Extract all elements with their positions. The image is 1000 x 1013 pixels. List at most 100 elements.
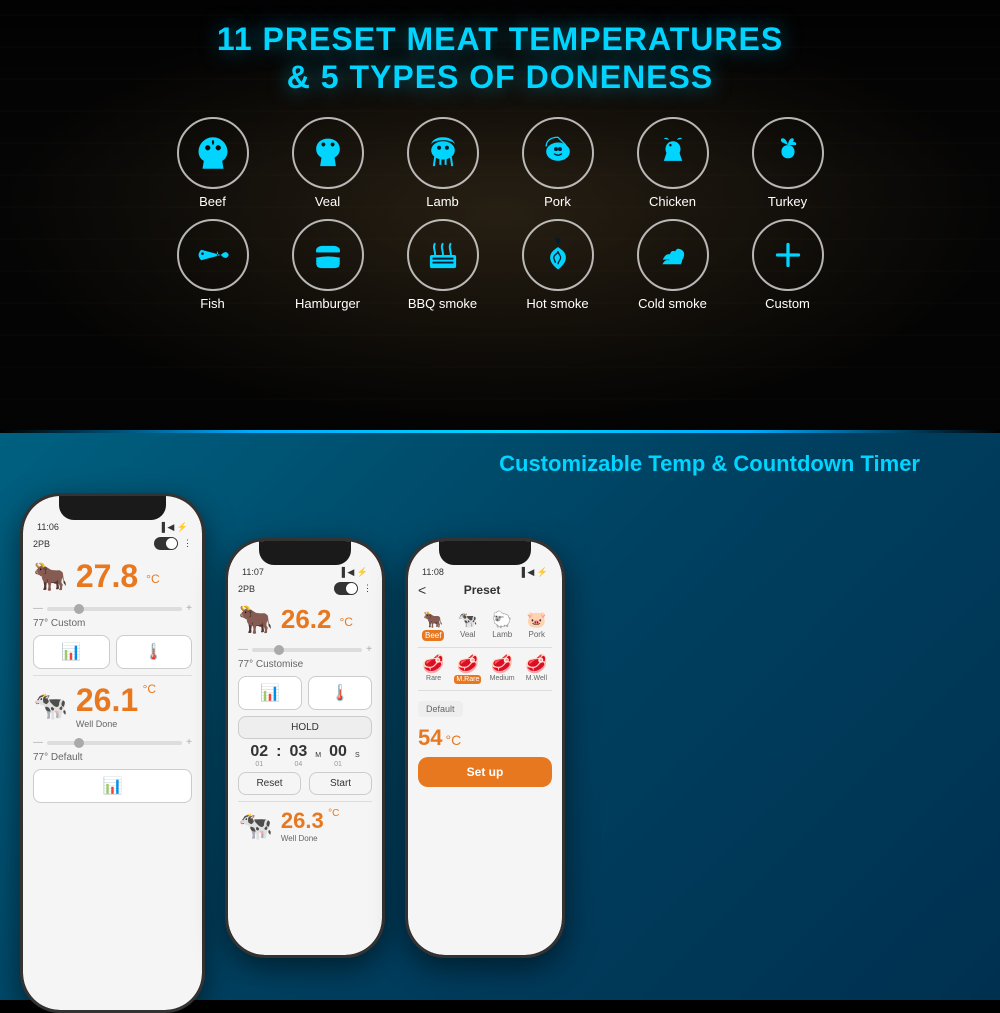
- phone-2: 11:07 ▐ ◀ ⚡ 2PB ⋮ 🐂 26.2 °C: [225, 538, 385, 958]
- phone-1-btns2: 📊: [33, 769, 192, 803]
- phone-3-mrare-item[interactable]: 🥩 M.Rare: [452, 654, 483, 684]
- phone-3-rare-icon: 🥩: [422, 654, 444, 675]
- lamb-icon-circle: [407, 117, 479, 189]
- meat-item-lamb[interactable]: Lamb: [393, 117, 493, 209]
- fish-icon: [192, 234, 234, 276]
- phone-1-notch: [59, 496, 166, 520]
- phone-1-time: 11:06: [37, 522, 59, 533]
- phone-1-thermo-btn[interactable]: 🌡️: [116, 635, 193, 669]
- phone-2-timer-h: 02: [250, 743, 268, 761]
- phone-1-toggle-row: ⋮: [154, 537, 192, 550]
- bbq-smoke-icon-circle: [407, 219, 479, 291]
- phone-2-s-label: S: [355, 752, 360, 759]
- phone-2-probe2: 🐄 26.3 °C Well Done: [238, 808, 372, 843]
- phone-2-status-bar: 11:07 ▐ ◀ ⚡: [228, 565, 382, 580]
- hamburger-label: Hamburger: [295, 296, 360, 311]
- meat-item-bbq-smoke[interactable]: BBQ smoke: [393, 219, 493, 311]
- phone-1-btns1: 📊 🌡️: [33, 635, 192, 669]
- phone-2-thermo-btn[interactable]: 🌡️: [308, 676, 372, 710]
- fish-label: Fish: [200, 296, 225, 311]
- phone-1-cow2-icon: 🐄: [33, 689, 68, 722]
- phone-2-unit2: °C: [328, 808, 339, 819]
- phone-2-toggle[interactable]: [334, 582, 358, 595]
- meat-item-fish[interactable]: Fish: [163, 219, 263, 311]
- phone-3-lamb-item[interactable]: 🐑 Lamb: [487, 610, 518, 641]
- phone-3-medium-icon: 🥩: [491, 654, 513, 675]
- phone-3-rare-label: Rare: [426, 675, 441, 682]
- phone-2-cow2-icon: 🐄: [238, 809, 273, 842]
- phone-2-m-label: M: [315, 752, 321, 759]
- phone-3-setup-btn[interactable]: Set up: [418, 757, 552, 787]
- phone-2-timer-m: 03: [290, 743, 308, 761]
- top-section: 11 PRESET MEAT TEMPERATURES & 5 TYPES OF…: [0, 0, 1000, 430]
- phone-2-content: 🐂 26.2 °C — + 77° Customise 📊 🌡️ HOLD: [228, 597, 382, 955]
- phone-1-toggle[interactable]: [154, 537, 178, 550]
- phone-1-slider1[interactable]: — +: [33, 603, 192, 614]
- cold-smoke-icon-circle: [637, 219, 709, 291]
- phone-1-chart-btn2[interactable]: 📊: [33, 769, 192, 803]
- chicken-icon-circle: [637, 117, 709, 189]
- phone-3-mwell-item[interactable]: 🥩 M.Well: [521, 654, 552, 684]
- meat-item-beef[interactable]: Beef: [163, 117, 263, 209]
- phone-2-probe1: 🐂 26.2 °C: [238, 603, 372, 636]
- phone-2-timer-s-sub: 01: [329, 761, 347, 768]
- phone-1-temp1: 27.8: [76, 558, 138, 595]
- phone-1-menu: ⋮: [183, 538, 192, 549]
- phone-1-thumb2: [74, 738, 84, 748]
- phone-2-start-btn[interactable]: Start: [309, 772, 372, 795]
- meat-item-hamburger[interactable]: Hamburger: [278, 219, 378, 311]
- meat-item-chicken[interactable]: Chicken: [623, 117, 723, 209]
- phone-3-lamb-icon: 🐑: [492, 610, 512, 630]
- hot-smoke-label: Hot smoke: [526, 296, 588, 311]
- phone-1-cow-icon: 🐂: [33, 560, 68, 593]
- phone-3-pork-item[interactable]: 🐷 Pork: [522, 610, 553, 641]
- meat-item-cold-smoke[interactable]: Cold smoke: [623, 219, 723, 311]
- meat-item-hot-smoke[interactable]: Hot smoke: [508, 219, 608, 311]
- bottom-title: Customizable Temp & Countdown Timer: [499, 451, 920, 477]
- phone-2-temp1: 26.2: [281, 604, 332, 635]
- turkey-label: Turkey: [768, 194, 807, 209]
- phone-1-probe2-label: Well Done: [76, 719, 156, 729]
- phone-2-temp2: 26.3: [281, 808, 324, 833]
- cold-smoke-icon: [652, 234, 694, 276]
- phone-3-beef-item[interactable]: 🐂 Beef: [418, 610, 449, 641]
- phone-3-rare-item[interactable]: 🥩 Rare: [418, 654, 449, 684]
- phone-2-chart-btn[interactable]: 📊: [238, 676, 302, 710]
- veal-label: Veal: [315, 194, 340, 209]
- phone-1-chart-btn[interactable]: 📊: [33, 635, 110, 669]
- phone-1: 11:06 ▐ ◀ ⚡ 2PB ⋮ 🐂 27.8 °C: [20, 493, 205, 1013]
- phone-3-veal-item[interactable]: 🐄 Veal: [453, 610, 484, 641]
- phone-2-slider[interactable]: — +: [238, 644, 372, 655]
- phone-2-preset: 77° Customise: [238, 659, 372, 670]
- meat-item-turkey[interactable]: Turkey: [738, 117, 838, 209]
- phone-2-reset-btn[interactable]: Reset: [238, 772, 301, 795]
- pork-icon: [537, 132, 579, 174]
- phone-3-back[interactable]: <: [418, 582, 426, 598]
- phone-3-divider2: [418, 690, 552, 691]
- phone-3-medium-item[interactable]: 🥩 Medium: [487, 654, 518, 684]
- phone-2-toggle-row: ⋮: [334, 582, 372, 595]
- meat-item-pork[interactable]: Pork: [508, 117, 608, 209]
- phone-3-mwell-icon: 🥩: [525, 654, 547, 675]
- phone-2-time: 11:07: [242, 567, 264, 578]
- phone-1-probe2: 🐄 26.1 °C Well Done: [33, 682, 192, 729]
- phone-3-veal-icon: 🐄: [458, 610, 478, 630]
- meat-icons-grid: Beef Veal: [163, 117, 838, 311]
- phone-3-doneness-grid: 🥩 Rare 🥩 M.Rare 🥩 Medium 🥩 M.Well: [418, 654, 552, 684]
- meat-item-custom[interactable]: Custom: [738, 219, 838, 311]
- phone-2-signal: ▐ ◀ ⚡: [338, 567, 368, 578]
- phone-3-temp-value: 54: [418, 725, 442, 751]
- phone-2-hold-btn[interactable]: HOLD: [238, 716, 372, 739]
- phone-1-probe1: 🐂 27.8 °C: [33, 558, 192, 595]
- hamburger-icon-circle: [292, 219, 364, 291]
- fish-icon-circle: [177, 219, 249, 291]
- phone-3-divider1: [418, 647, 552, 648]
- meat-item-veal[interactable]: Veal: [278, 117, 378, 209]
- phone-1-preset2: 77° Default: [33, 752, 192, 763]
- phone-2-btns: 📊 🌡️: [238, 676, 372, 710]
- phone-1-status-bar: 11:06 ▐ ◀ ⚡: [23, 520, 202, 535]
- bottom-section: Customizable Temp & Countdown Timer 11:0…: [0, 433, 1000, 1000]
- phone-1-unit1: °C: [146, 572, 159, 586]
- phone-1-slider2[interactable]: — +: [33, 737, 192, 748]
- phone-2-timer-m-sub: 04: [290, 761, 308, 768]
